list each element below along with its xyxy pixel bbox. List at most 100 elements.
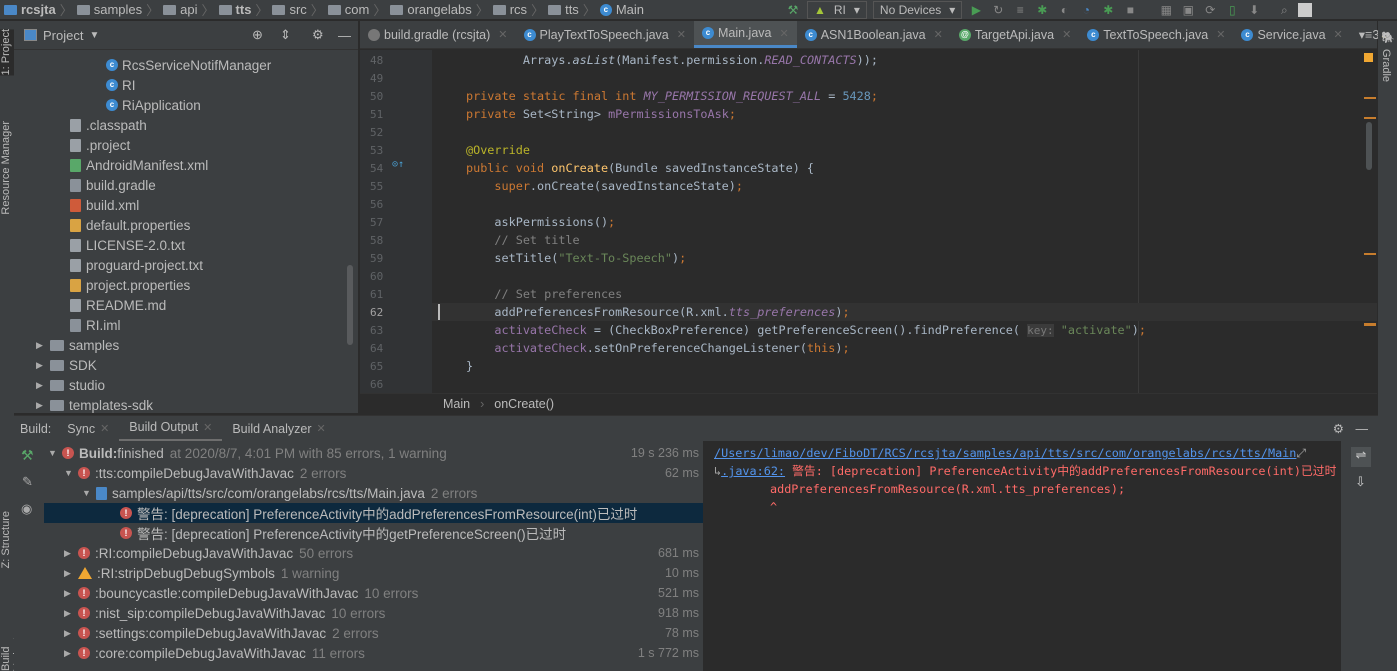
build-tab[interactable]: Build Output ✕: [119, 416, 223, 442]
tool-window-resource-manager[interactable]: Resource Manager: [0, 121, 14, 215]
editor-tab[interactable]: c Main.java ✕: [693, 21, 797, 48]
breadcrumb-item[interactable]: src 〉: [272, 0, 324, 19]
close-icon[interactable]: ✕: [677, 28, 686, 41]
sdk-manager-icon[interactable]: ⬇: [1246, 3, 1262, 17]
editor-tab[interactable]: c PlayTextToSpeech.java ✕: [516, 21, 694, 48]
warning-indicator-icon[interactable]: [1364, 53, 1373, 62]
expand-arrow-icon[interactable]: ▼: [82, 488, 96, 498]
scrollbar[interactable]: [1366, 122, 1372, 170]
expand-arrow-icon[interactable]: ▼: [48, 448, 62, 458]
tree-item[interactable]: default.properties: [70, 215, 190, 235]
attach-debugger-icon[interactable]: ✱: [1100, 3, 1116, 17]
hide-icon[interactable]: —: [338, 28, 351, 43]
expand-arrow-icon[interactable]: ▶: [64, 568, 78, 579]
marker[interactable]: [1364, 323, 1376, 326]
scrollbar[interactable]: [347, 265, 353, 345]
expand-arrow-icon[interactable]: ▶: [64, 588, 78, 599]
avd-manager-icon[interactable]: ▯: [1224, 3, 1240, 17]
debug-icon[interactable]: ✱: [1034, 3, 1050, 17]
breadcrumb-item[interactable]: rcs 〉: [492, 0, 544, 19]
scroll-to-end-icon[interactable]: ⇩: [1355, 474, 1366, 490]
crumb-method[interactable]: onCreate(): [494, 397, 554, 411]
breadcrumb-item[interactable]: samples 〉: [76, 0, 159, 19]
editor-tab[interactable]: c Service.java ✕: [1233, 21, 1350, 48]
file-link[interactable]: /Users/limao/dev/FiboDT/RCS/rcsjta/sampl…: [714, 446, 1296, 460]
marker[interactable]: [1364, 117, 1376, 119]
collapse-all-icon[interactable]: ⇕: [280, 27, 291, 43]
run-config-select[interactable]: ▲ RI ▾: [807, 1, 867, 19]
breadcrumb-item[interactable]: com 〉: [327, 0, 386, 19]
tree-item[interactable]: README.md: [70, 295, 166, 315]
soft-wrap-icon[interactable]: ⇌: [1351, 447, 1371, 467]
search-icon[interactable]: ⌕: [1276, 3, 1292, 17]
tree-item[interactable]: .project: [70, 135, 130, 155]
close-icon[interactable]: ✕: [934, 28, 943, 41]
tool-window-structure[interactable]: Z: Structure: [0, 511, 14, 568]
tool-window-gradle[interactable]: Gradle: [1380, 49, 1392, 82]
breadcrumb-item[interactable]: c Main: [599, 2, 644, 17]
expand-arrow-icon[interactable]: ▶: [64, 628, 78, 639]
build-tree-row[interactable]: ▼ samples/api/tts/src/com/orangelabs/rcs/…: [44, 483, 703, 503]
editor-tab[interactable]: @ TargetApi.java ✕: [951, 21, 1079, 48]
locate-icon[interactable]: ⊕: [252, 27, 263, 43]
tree-item[interactable]: proguard-project.txt: [70, 255, 203, 275]
expand-arrow-icon[interactable]: ▶: [36, 380, 50, 391]
gear-icon[interactable]: ⚙: [1333, 421, 1344, 436]
crumb-class[interactable]: Main: [443, 397, 470, 411]
editor-tab[interactable]: build.gradle (rcsjta) ✕: [360, 21, 516, 48]
code-editor[interactable]: 48 Arrays.asList(Manifest.permission.REA…: [360, 50, 1377, 393]
tree-item[interactable]: build.xml: [70, 195, 139, 215]
tree-item[interactable]: c RcsServiceNotifManager: [106, 55, 271, 75]
hammer-icon[interactable]: ⚒: [21, 447, 34, 464]
close-icon[interactable]: ✕: [100, 422, 109, 435]
tree-item[interactable]: ▶ SDK: [36, 355, 97, 375]
breadcrumb-item[interactable]: tts 〉: [218, 0, 268, 19]
tree-item[interactable]: c RiApplication: [106, 95, 201, 115]
coverage-icon[interactable]: ◐: [1056, 3, 1072, 17]
sync-gradle-icon[interactable]: ⟳: [1202, 3, 1218, 17]
hide-icon[interactable]: —: [1356, 422, 1369, 436]
close-icon[interactable]: ✕: [1216, 28, 1225, 41]
tree-item[interactable]: AndroidManifest.xml: [70, 155, 208, 175]
build-tree-row[interactable]: ▶!:nist_sip:compileDebugJavaWithJavac 10 …: [44, 603, 703, 623]
terminal-icon[interactable]: ▣: [1180, 3, 1196, 17]
breadcrumb-item[interactable]: tts 〉: [548, 0, 596, 19]
editor-tab[interactable]: c ASN1Boolean.java ✕: [797, 21, 951, 48]
pin-icon[interactable]: ✎: [22, 474, 33, 490]
expand-arrow-icon[interactable]: ▶: [36, 400, 50, 411]
gear-icon[interactable]: ⚙: [312, 27, 324, 43]
run-icon[interactable]: ▶: [968, 3, 984, 17]
expand-arrow-icon[interactable]: ▶: [64, 608, 78, 619]
build-hammer-icon[interactable]: ⚒: [785, 3, 801, 17]
profile-icon[interactable]: ◔: [1078, 3, 1094, 17]
tree-item[interactable]: ▶ samples: [36, 335, 119, 355]
expand-arrow-icon[interactable]: ▼: [64, 468, 78, 478]
override-gutter-icon[interactable]: ⊙↑: [392, 159, 404, 170]
eye-icon[interactable]: ◉: [21, 501, 32, 517]
apply-changes-icon[interactable]: ≡: [1012, 3, 1028, 17]
project-structure-icon[interactable]: ▦: [1158, 3, 1174, 17]
close-icon[interactable]: ✕: [779, 27, 788, 40]
build-tab[interactable]: Build Analyzer ✕: [222, 416, 335, 442]
build-tree-row[interactable]: ▼! Build: finished at 2020/8/7, 4:01 PM wi…: [44, 443, 703, 463]
file-link-line[interactable]: .java:62:: [721, 464, 785, 478]
tree-item[interactable]: project.properties: [70, 275, 190, 295]
expand-arrow-icon[interactable]: ▶: [64, 548, 78, 559]
close-icon[interactable]: ✕: [1062, 28, 1071, 41]
chevron-down-icon[interactable]: ▼: [89, 30, 99, 41]
close-icon[interactable]: ✕: [317, 422, 326, 435]
tree-item[interactable]: build.gradle: [70, 175, 156, 195]
expand-arrow-icon[interactable]: ▶: [64, 648, 78, 659]
breadcrumb-item[interactable]: api 〉: [163, 0, 215, 19]
build-tree-row[interactable]: ▶!:RI:compileDebugJavaWithJavac 50 errors…: [44, 543, 703, 563]
editor-tab[interactable]: c TextToSpeech.java ✕: [1079, 21, 1233, 48]
tool-window-project[interactable]: 1: Project: [0, 29, 14, 76]
close-icon[interactable]: ✕: [1334, 28, 1343, 41]
build-tree-row[interactable]: ! 警告: [deprecation] PreferenceActivity中的g…: [44, 523, 703, 543]
close-icon[interactable]: ✕: [203, 421, 212, 434]
build-tree-row[interactable]: ! 警告: [deprecation] PreferenceActivity中的a…: [44, 503, 703, 523]
build-tree-row[interactable]: ▶!:bouncycastle:compileDebugJavaWithJava…: [44, 583, 703, 603]
expand-arrow-icon[interactable]: ▶: [36, 340, 50, 351]
build-tree-row[interactable]: ▶:RI:stripDebugDebugSymbols 1 warning 10 m…: [44, 563, 703, 583]
breadcrumb-item[interactable]: rcsjta 〉: [4, 0, 73, 19]
